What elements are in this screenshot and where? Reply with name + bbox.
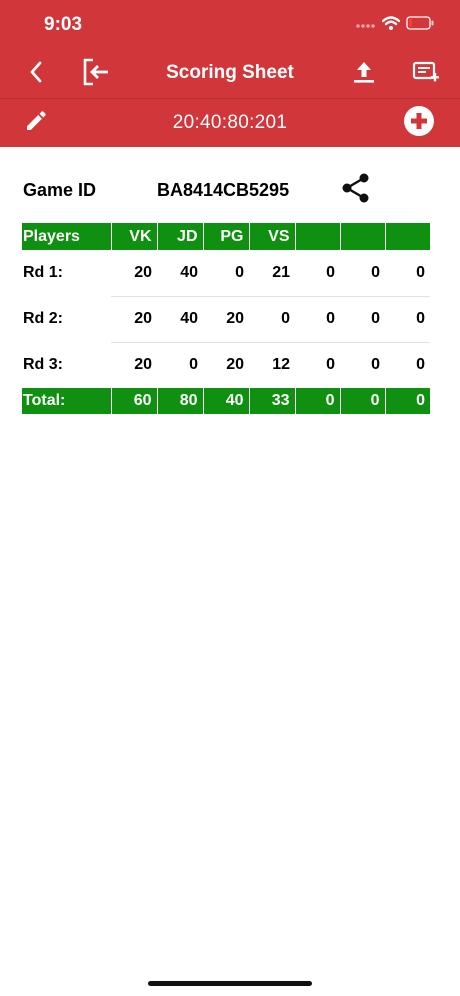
total-cell: 33 bbox=[248, 388, 295, 414]
add-round-button[interactable] bbox=[403, 105, 435, 142]
upload-icon bbox=[351, 59, 377, 90]
app-header: 9:03 Scoring Sheet 20:40:80:201 bbox=[0, 0, 460, 147]
table-row: Rd 1: 20 40 0 21 0 0 0 bbox=[22, 250, 430, 297]
score-cell[interactable]: 40 bbox=[157, 250, 203, 297]
total-label: Total: bbox=[22, 388, 111, 414]
score-cell[interactable]: 20 bbox=[111, 342, 157, 388]
game-id-row: Game ID BA8414CB5295 bbox=[0, 172, 460, 208]
total-cell: 40 bbox=[202, 388, 249, 414]
player-header[interactable] bbox=[294, 223, 340, 250]
total-cell: 60 bbox=[110, 388, 157, 414]
round-label: Rd 3: bbox=[23, 356, 63, 373]
share-button[interactable] bbox=[340, 173, 372, 208]
battery-icon bbox=[406, 15, 434, 35]
score-cell[interactable]: 0 bbox=[385, 342, 430, 388]
table-row: Rd 2: 20 40 20 0 0 0 0 bbox=[22, 296, 430, 343]
player-header[interactable]: JD bbox=[156, 223, 203, 250]
total-cell: 80 bbox=[156, 388, 203, 414]
score-cell[interactable]: 0 bbox=[385, 296, 430, 343]
total-cell: 0 bbox=[294, 388, 340, 414]
score-cell[interactable]: 21 bbox=[249, 250, 295, 297]
table-row: Rd 3: 20 0 20 12 0 0 0 bbox=[22, 342, 430, 388]
round-label: Rd 1: bbox=[23, 264, 63, 281]
plus-circle-icon bbox=[403, 105, 435, 142]
share-icon bbox=[342, 173, 370, 208]
add-note-button[interactable] bbox=[410, 58, 442, 90]
score-cell[interactable]: 0 bbox=[340, 296, 385, 343]
score-cell[interactable]: 0 bbox=[340, 250, 385, 297]
score-cell[interactable]: 0 bbox=[385, 250, 430, 297]
players-header: Players bbox=[22, 223, 111, 250]
score-cell[interactable]: 20 bbox=[203, 296, 249, 343]
total-cell: 0 bbox=[339, 388, 385, 414]
score-cell[interactable]: 0 bbox=[157, 342, 203, 388]
score-cell[interactable]: 0 bbox=[295, 250, 340, 297]
status-time: 9:03 bbox=[44, 14, 83, 35]
score-cell[interactable]: 20 bbox=[203, 342, 249, 388]
round-label: Rd 2: bbox=[23, 310, 63, 327]
game-id-label: Game ID bbox=[23, 180, 97, 200]
table-total-row: Total: 60 80 40 33 0 0 0 bbox=[22, 388, 430, 414]
total-cell: 0 bbox=[384, 388, 430, 414]
home-indicator[interactable] bbox=[148, 981, 312, 986]
player-header[interactable]: VK bbox=[110, 223, 157, 250]
score-cell[interactable]: 0 bbox=[249, 296, 295, 343]
upload-button[interactable] bbox=[348, 58, 380, 90]
score-cell[interactable]: 0 bbox=[340, 342, 385, 388]
score-cell[interactable]: 0 bbox=[295, 342, 340, 388]
score-cell[interactable]: 40 bbox=[157, 296, 203, 343]
scoring-table: Players VK JD PG VS Rd 1: 20 40 0 21 0 0… bbox=[22, 223, 430, 414]
signal-dots-icon bbox=[356, 16, 376, 34]
tool-bar: 20:40:80:201 bbox=[0, 99, 460, 147]
player-header[interactable] bbox=[339, 223, 385, 250]
game-timer: 20:40:80:201 bbox=[172, 112, 288, 133]
player-header[interactable]: VS bbox=[248, 223, 295, 250]
score-cell[interactable]: 0 bbox=[203, 250, 249, 297]
score-cell[interactable]: 20 bbox=[111, 296, 157, 343]
wifi-icon bbox=[381, 15, 401, 35]
page-title: Scoring Sheet bbox=[166, 62, 294, 83]
score-cell[interactable]: 0 bbox=[295, 296, 340, 343]
score-cell[interactable]: 20 bbox=[111, 250, 157, 297]
table-header-row: Players VK JD PG VS bbox=[22, 223, 430, 250]
status-icons bbox=[356, 15, 434, 35]
player-header[interactable]: PG bbox=[202, 223, 249, 250]
score-cell[interactable]: 12 bbox=[249, 342, 295, 388]
status-bar: 9:03 bbox=[0, 0, 460, 50]
add-note-icon bbox=[412, 59, 440, 90]
nav-bar: Scoring Sheet bbox=[0, 50, 460, 98]
player-header[interactable] bbox=[384, 223, 430, 250]
game-id-value: BA8414CB5295 bbox=[157, 180, 290, 200]
